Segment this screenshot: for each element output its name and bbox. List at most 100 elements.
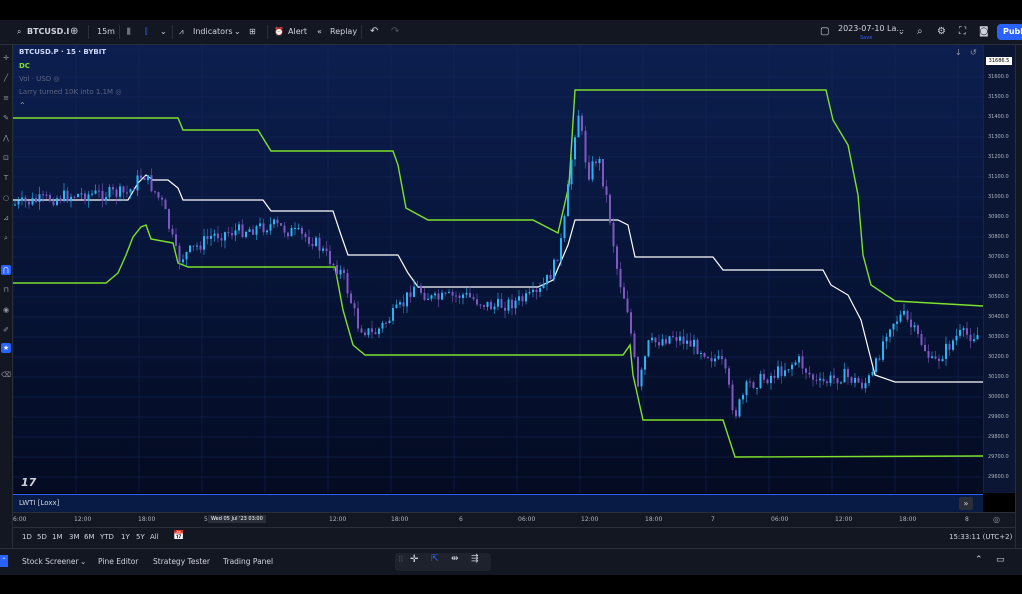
alert-button[interactable]: Alert — [288, 20, 307, 44]
candle-body — [675, 336, 678, 341]
chevron-down-icon[interactable]: ⌄ — [160, 20, 167, 44]
trash-icon[interactable]: ⌫ — [1, 370, 11, 380]
eye-off-icon[interactable]: ◎ — [53, 75, 59, 83]
cursor-icon[interactable]: ⇱ — [431, 554, 439, 564]
indicators-icon[interactable]: ⩘ — [179, 20, 184, 44]
measure-icon[interactable]: ⇶ — [471, 554, 479, 564]
search-icon[interactable]: ⌕ — [17, 20, 21, 44]
zoom-icon[interactable]: ⌕ — [1, 233, 11, 243]
chevron-down-icon[interactable]: ⌄ — [234, 20, 241, 44]
brush-icon[interactable]: ✎ — [1, 113, 11, 123]
pitchfork-icon[interactable]: ≡ — [1, 93, 11, 103]
clock-label[interactable]: 15:33:11 (UTC+2) — [949, 533, 1012, 541]
candle-body — [847, 368, 849, 378]
projection-icon[interactable]: ⊡ — [1, 153, 11, 163]
expand-pane-icon[interactable]: » — [959, 497, 973, 510]
shapes-icon[interactable]: ○ — [1, 193, 11, 203]
rewind-icon[interactable]: « — [317, 20, 322, 44]
tab-trading-panel[interactable]: Trading Panel — [223, 557, 273, 566]
candle-body — [528, 292, 531, 294]
indicator-dc-label[interactable]: DC — [19, 62, 30, 70]
bar-style-icon[interactable]: ⫼ — [127, 20, 131, 44]
fullscreen-icon[interactable]: ⛶ — [959, 20, 966, 44]
settings-target-icon[interactable]: ◎ — [993, 515, 1000, 524]
publish-button[interactable]: Publi — [997, 24, 1022, 40]
favorites-icon[interactable]: ★ — [1, 343, 11, 353]
candle-body — [910, 319, 912, 328]
quick-search-icon[interactable]: ⌕ — [917, 20, 923, 44]
layouts-grid-icon[interactable]: ⊞ — [249, 20, 256, 44]
text-icon[interactable]: T — [1, 173, 11, 183]
candle-body — [948, 343, 951, 350]
crosshair-icon[interactable]: ✛ — [1, 53, 11, 63]
calendar-icon[interactable]: 📅 — [173, 531, 184, 541]
indicator-pane-label[interactable]: LWTI [Loxx] — [19, 499, 59, 507]
chevron-down-icon[interactable]: ⌄ — [80, 557, 86, 566]
scroll-down-icon[interactable]: ↓ — [955, 48, 962, 57]
tab-stock-screener[interactable]: Stock Screener — [22, 557, 79, 566]
redo-icon[interactable]: ↷ — [391, 20, 399, 44]
symbol-search[interactable]: BTCUSD.I — [27, 20, 69, 44]
magnet-icon[interactable]: ⋂ — [1, 265, 11, 275]
range-ytd[interactable]: YTD — [100, 533, 114, 541]
collapse-legend-icon[interactable]: ⌃ — [19, 101, 26, 110]
range-6m[interactable]: 6M — [84, 533, 95, 541]
trend-line-icon[interactable]: ╱ — [1, 73, 11, 83]
camera-icon[interactable]: ◙ — [979, 20, 989, 44]
eye-off-icon[interactable]: ◎ — [115, 88, 121, 96]
lock-icon[interactable]: ⊓ — [1, 285, 11, 295]
candle-body — [829, 375, 832, 384]
ruler-icon[interactable]: ⇹ — [451, 554, 459, 564]
range-1m[interactable]: 1M — [52, 533, 63, 541]
price-axis[interactable]: 31686.5 31600.0 31500.0 31400.0 31300.0 3120… — [983, 45, 1016, 493]
range-all[interactable]: All — [150, 533, 159, 541]
candle-body — [654, 337, 657, 343]
candle-body — [707, 356, 709, 358]
pattern-icon[interactable]: ⋀ — [1, 133, 11, 143]
candle-body — [542, 284, 545, 289]
price-chart-canvas[interactable] — [13, 45, 983, 493]
tab-strategy-tester[interactable]: Strategy Tester — [153, 557, 210, 566]
script-indicator-label[interactable]: Larry turned 10K into 1.1M ◎ — [19, 88, 121, 96]
panel-toggle-icon[interactable]: ⌃ — [0, 555, 8, 567]
eye-icon[interactable]: ◉ — [1, 305, 11, 315]
time-tick-label: 12:00 — [835, 516, 853, 523]
range-1y[interactable]: 1Y — [121, 533, 130, 541]
compare-add-icon[interactable]: ⊕ — [70, 20, 78, 44]
candle-body — [136, 175, 139, 191]
ruler-icon[interactable]: ⊿ — [1, 213, 11, 223]
interval-selector[interactable]: 15m — [97, 20, 115, 44]
time-axis[interactable]: 6:00 12:00 18:00 5 12:00 18:00 6 06:00 12:00 18:0… — [13, 512, 1015, 527]
maximize-panel-icon[interactable]: ▭ — [996, 555, 1005, 565]
gear-icon[interactable]: ⚙ — [937, 20, 946, 44]
volume-indicator-label[interactable]: Vol · USD ◎ — [19, 75, 59, 83]
replay-button[interactable]: Replay — [330, 20, 357, 44]
candle-body — [570, 159, 573, 185]
layout-square-icon[interactable]: ▢ — [820, 20, 829, 44]
candles-icon[interactable]: ⫿ — [145, 20, 148, 44]
range-1d[interactable]: 1D — [22, 533, 32, 541]
indicators-button[interactable]: Indicators — [193, 20, 233, 44]
collapse-panel-icon[interactable]: ⌃ — [975, 555, 983, 565]
chevron-down-icon[interactable]: ⌄ — [898, 20, 905, 44]
candle-body — [822, 378, 825, 382]
reset-icon[interactable]: ↺ — [970, 48, 977, 57]
range-5y[interactable]: 5Y — [136, 533, 145, 541]
range-5d[interactable]: 5D — [37, 533, 47, 541]
main-chart[interactable]: BTCUSD.P · 15 · BYBIT DC Vol · USD ◎ Lar… — [13, 45, 983, 493]
range-3m[interactable]: 3M — [69, 533, 80, 541]
indicator-pane[interactable]: LWTI [Loxx] » — [13, 494, 983, 513]
chart-title[interactable]: BTCUSD.P · 15 · BYBIT — [19, 48, 106, 56]
candle-body — [444, 292, 447, 294]
pencil-icon[interactable]: ✐ — [1, 325, 11, 335]
candle-body — [70, 196, 72, 202]
alarm-clock-icon[interactable]: ⏰ — [274, 20, 284, 44]
crosshair-icon[interactable]: ✛ — [410, 554, 418, 565]
candle-body — [836, 378, 839, 384]
drag-handle-icon[interactable]: ⠿ — [398, 555, 404, 564]
candle-body — [616, 246, 618, 269]
candle-body — [497, 299, 499, 307]
undo-icon[interactable]: ↶ — [370, 20, 378, 44]
tab-pine-editor[interactable]: Pine Editor — [98, 557, 138, 566]
candle-body — [266, 230, 268, 233]
